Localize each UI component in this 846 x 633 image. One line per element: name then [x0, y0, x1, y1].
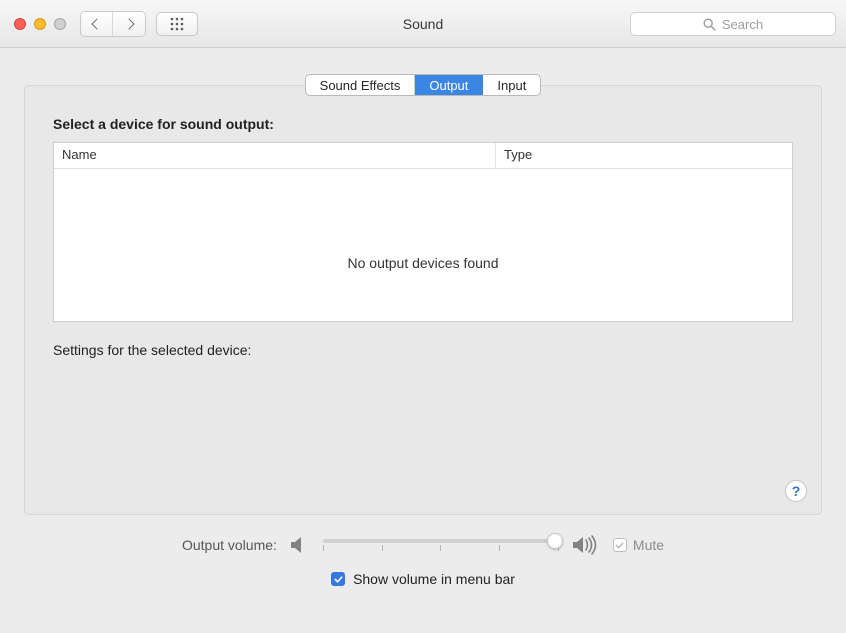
column-header-name[interactable]: Name — [54, 143, 496, 168]
chevron-right-icon — [123, 18, 134, 29]
search-placeholder: Search — [722, 17, 763, 32]
volume-max-icon — [571, 535, 601, 555]
tab-label: Sound Effects — [320, 78, 401, 93]
minimize-window-button[interactable] — [34, 18, 46, 30]
tab-sound-effects[interactable]: Sound Effects — [306, 75, 416, 95]
panel-heading: Select a device for sound output: — [53, 116, 793, 132]
tabs: Sound Effects Output Input — [0, 74, 846, 96]
help-icon: ? — [792, 483, 801, 499]
slider-thumb[interactable] — [547, 533, 563, 549]
forward-button[interactable] — [113, 12, 145, 36]
tab-input[interactable]: Input — [483, 75, 540, 95]
title-bar: Sound Search — [0, 0, 846, 48]
volume-label: Output volume: — [182, 537, 277, 553]
output-devices-table[interactable]: Name Type No output devices found — [53, 142, 793, 322]
volume-min-icon — [289, 536, 311, 554]
close-window-button[interactable] — [14, 18, 26, 30]
show-in-menubar-checkbox[interactable]: Show volume in menu bar — [0, 571, 846, 587]
help-button[interactable]: ? — [785, 480, 807, 502]
mute-label: Mute — [633, 537, 664, 553]
checkbox-icon — [613, 538, 627, 552]
settings-panel: Select a device for sound output: Name T… — [24, 85, 822, 515]
zoom-window-button[interactable] — [54, 18, 66, 30]
search-input[interactable]: Search — [630, 12, 836, 36]
search-icon — [703, 18, 716, 31]
selected-device-heading: Settings for the selected device: — [53, 342, 793, 358]
grid-icon — [170, 17, 184, 31]
tab-label: Input — [497, 78, 526, 93]
back-button[interactable] — [81, 12, 113, 36]
volume-controls: Output volume: Mute Show volume in menu … — [0, 535, 846, 587]
show-in-menubar-label: Show volume in menu bar — [353, 571, 515, 587]
window-controls — [14, 18, 66, 30]
nav-buttons — [80, 11, 146, 37]
empty-state-text: No output devices found — [54, 255, 792, 271]
checkbox-checked-icon — [331, 572, 345, 586]
mute-checkbox[interactable]: Mute — [613, 537, 664, 553]
tab-output[interactable]: Output — [415, 75, 483, 95]
chevron-left-icon — [91, 18, 102, 29]
show-all-button[interactable] — [156, 12, 198, 36]
tab-label: Output — [429, 78, 468, 93]
column-header-type[interactable]: Type — [496, 143, 792, 168]
volume-slider[interactable] — [323, 539, 559, 551]
